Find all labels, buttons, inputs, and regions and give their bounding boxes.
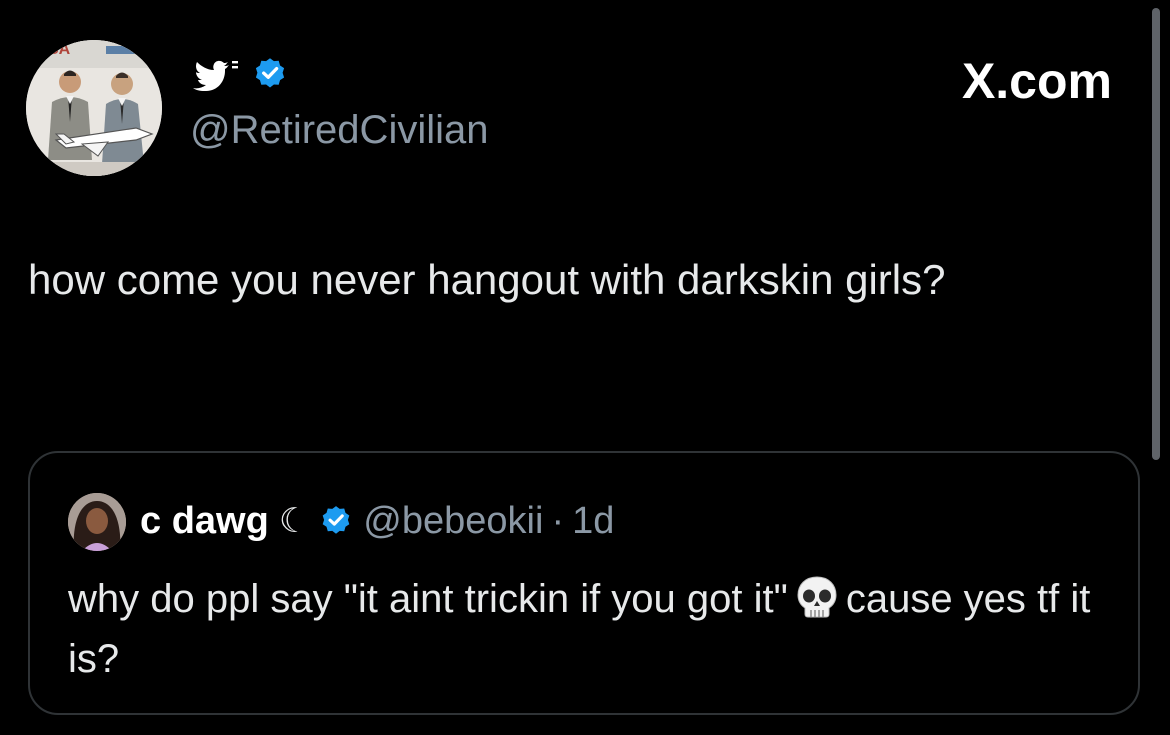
profile-avatar[interactable]: SA: [26, 40, 162, 176]
quoted-display-name[interactable]: c dawg: [140, 500, 269, 543]
quoted-tweet-header: c dawg ☾ @bebeokii · 1d: [140, 497, 614, 545]
quoted-tweet-meta: @bebeokii · 1d: [363, 500, 614, 543]
author-name-row: [190, 56, 288, 92]
meta-separator: ·: [551, 499, 565, 542]
quoted-tweet-card[interactable]: c dawg ☾ @bebeokii · 1d why do ppl say "…: [28, 451, 1140, 715]
twitter-bird-icon: [190, 57, 246, 91]
moon-icon: ☾: [278, 502, 310, 540]
svg-text:SA: SA: [48, 41, 71, 58]
quoted-text-before-emoji: why do ppl say "it aint trickin if you g…: [68, 577, 788, 621]
author-handle[interactable]: @RetiredCivilian: [190, 108, 488, 153]
scrollbar[interactable]: [1152, 8, 1160, 460]
quoted-author-avatar[interactable]: [68, 493, 126, 551]
quoted-tweet-text: why do ppl say "it aint trickin if you g…: [68, 569, 1128, 689]
quoted-timestamp[interactable]: 1d: [572, 500, 614, 543]
quoted-handle[interactable]: @bebeokii: [363, 500, 543, 543]
verified-badge-icon: [319, 504, 353, 538]
site-label: X.com: [961, 53, 1112, 109]
tweet-text: how come you never hangout with darkskin…: [28, 256, 946, 303]
verified-badge-icon: [252, 56, 288, 92]
skull-icon: [794, 574, 840, 620]
